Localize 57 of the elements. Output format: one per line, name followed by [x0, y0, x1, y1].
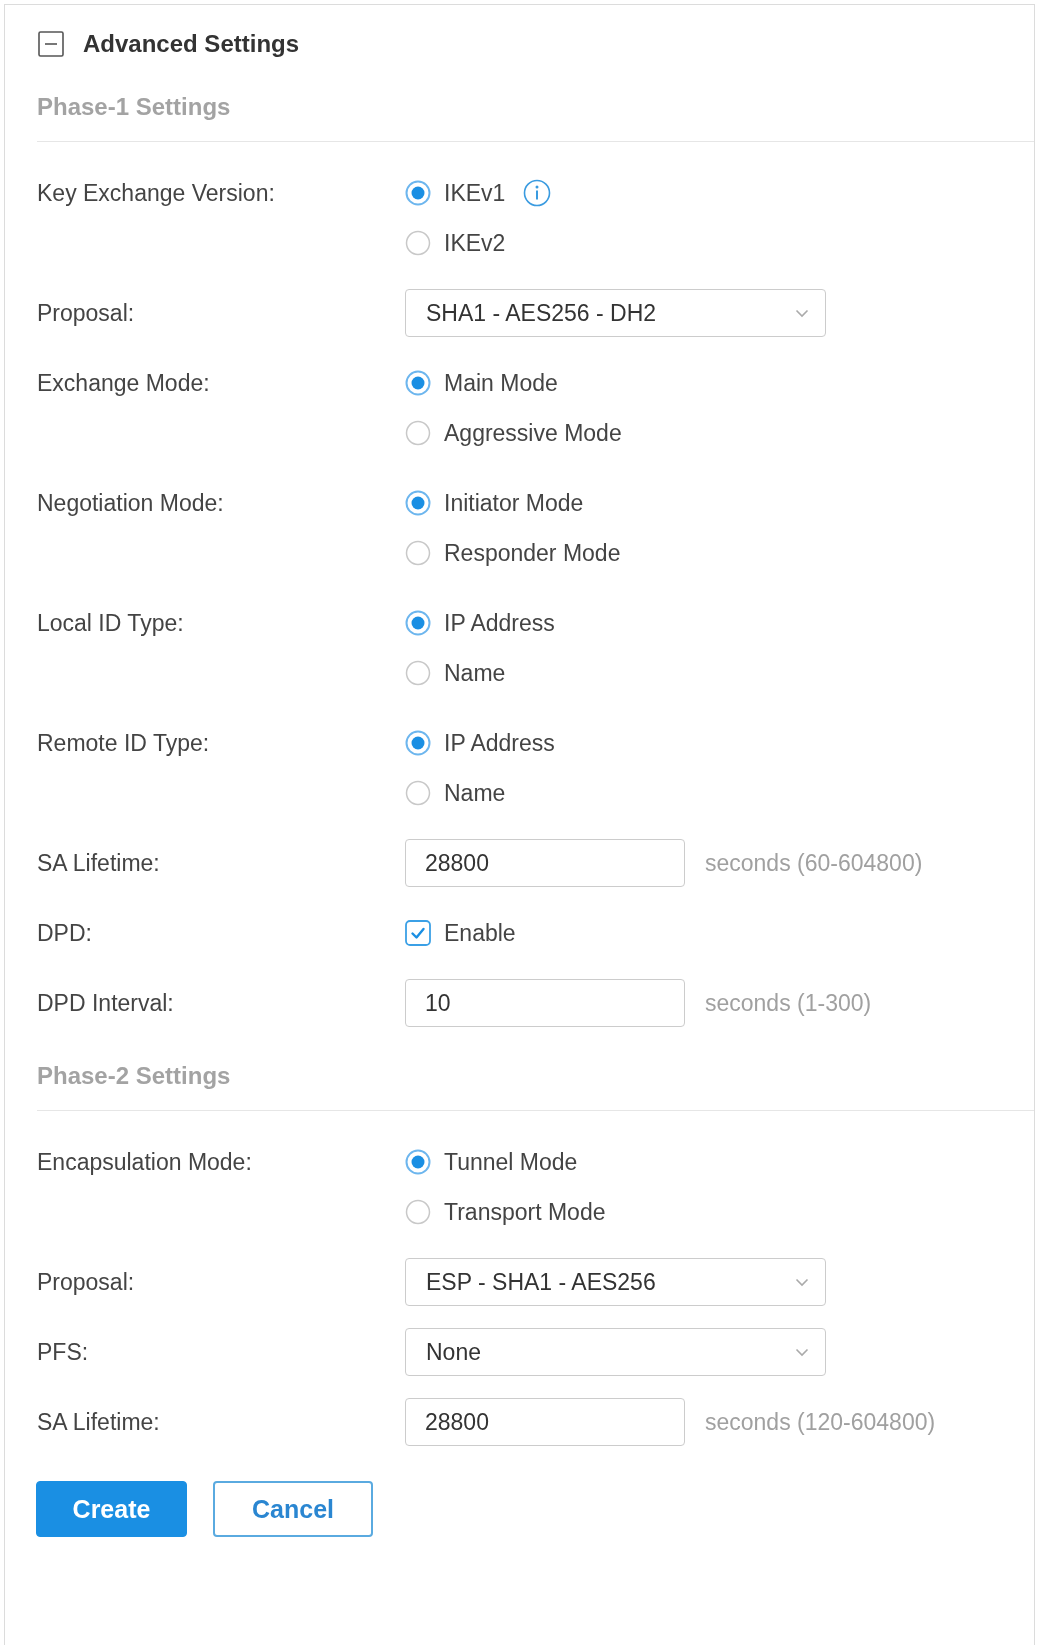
dropdown-select[interactable]: ESP - SHA1 - AES256: [405, 1258, 826, 1306]
field-label: Encapsulation Mode:: [37, 1148, 252, 1177]
radio-button[interactable]: [405, 1149, 431, 1175]
checkbox[interactable]: [405, 920, 431, 946]
option-label: Initiator Mode: [444, 489, 584, 518]
field-label: SA Lifetime:: [37, 849, 160, 878]
section-title: Phase-2 Settings: [37, 1061, 231, 1091]
chevron-down-icon: [795, 308, 809, 318]
radio-button[interactable]: [405, 780, 431, 806]
field-label: Proposal:: [37, 1268, 135, 1297]
text-input[interactable]: 10: [405, 979, 685, 1027]
option-label: IKEv2: [444, 229, 506, 258]
option-label: Aggressive Mode: [444, 419, 622, 448]
collapse-icon[interactable]: [38, 31, 64, 57]
radio-button[interactable]: [405, 610, 431, 636]
radio-button[interactable]: [405, 420, 431, 446]
range-hint: seconds (60-604800): [705, 848, 923, 878]
option-label: IP Address: [444, 609, 555, 638]
field-label: Local ID Type:: [37, 609, 184, 638]
option-label: IKEv1: [444, 179, 506, 208]
radio-button[interactable]: [405, 230, 431, 256]
radio-button[interactable]: [405, 180, 431, 206]
option-label: Name: [444, 659, 506, 688]
dropdown-select[interactable]: SHA1 - AES256 - DH2: [405, 289, 826, 337]
field-label: Key Exchange Version:: [37, 179, 275, 208]
text-input[interactable]: 28800: [405, 839, 685, 887]
panel-title: Advanced Settings: [83, 29, 300, 59]
field-label: DPD Interval:: [37, 989, 174, 1018]
checkbox-label: Enable: [444, 919, 516, 948]
field-label: Remote ID Type:: [37, 729, 210, 758]
range-hint: seconds (1-300): [705, 988, 872, 1018]
radio-button[interactable]: [405, 660, 431, 686]
field-label: Proposal:: [37, 299, 135, 328]
field-label: Exchange Mode:: [37, 369, 210, 398]
info-icon[interactable]: [523, 179, 552, 207]
field-label: SA Lifetime:: [37, 1408, 160, 1437]
option-label: IP Address: [444, 729, 555, 758]
option-label: Main Mode: [444, 369, 558, 398]
radio-button[interactable]: [405, 370, 431, 396]
chevron-down-icon: [795, 1347, 809, 1357]
radio-button[interactable]: [405, 730, 431, 756]
option-label: Name: [444, 779, 506, 808]
text-input[interactable]: 28800: [405, 1398, 685, 1446]
option-label: Responder Mode: [444, 539, 621, 568]
radio-button[interactable]: [405, 1199, 431, 1225]
option-label: Transport Mode: [444, 1198, 606, 1227]
option-label: Tunnel Mode: [444, 1148, 578, 1177]
section-title: Phase-1 Settings: [37, 92, 231, 122]
radio-button[interactable]: [405, 540, 431, 566]
field-label: DPD:: [37, 919, 92, 948]
chevron-down-icon: [795, 1277, 809, 1287]
cancel-button[interactable]: Cancel: [213, 1481, 373, 1537]
field-label: Negotiation Mode:: [37, 489, 224, 518]
field-label: PFS:: [37, 1338, 89, 1367]
radio-button[interactable]: [405, 490, 431, 516]
range-hint: seconds (120-604800): [705, 1407, 936, 1437]
dropdown-select[interactable]: None: [405, 1328, 826, 1376]
